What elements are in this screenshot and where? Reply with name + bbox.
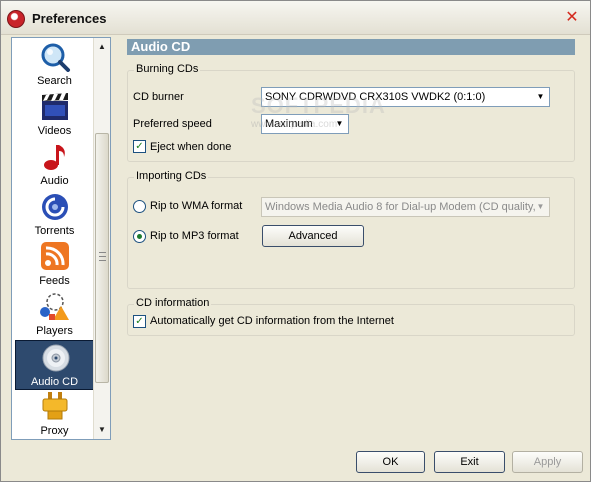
preferences-window: Preferences ✕ Search Videos Audio Torren… bbox=[0, 0, 591, 482]
cd-burner-label: CD burner bbox=[133, 91, 184, 103]
category-sidebar: Search Videos Audio Torrents Feeds Playe… bbox=[11, 37, 111, 440]
close-icon[interactable]: ✕ bbox=[564, 10, 580, 26]
sidebar-item-players[interactable]: Players bbox=[15, 290, 94, 340]
ok-button[interactable]: OK bbox=[356, 451, 425, 473]
sidebar-item-label: Players bbox=[36, 325, 73, 337]
section-header: Audio CD bbox=[127, 39, 575, 55]
chevron-down-icon: ▼ bbox=[335, 119, 344, 128]
sidebar-item-label: Proxy bbox=[40, 425, 69, 437]
select-value: Windows Media Audio 8 for Dial-up Modem … bbox=[265, 201, 536, 213]
group-legend: Burning CDs bbox=[134, 63, 201, 75]
players-icon bbox=[40, 293, 69, 320]
wma-format-select[interactable]: Windows Media Audio 8 for Dial-up Modem … bbox=[261, 197, 550, 217]
rip-wma-label: Rip to WMA format bbox=[150, 200, 243, 212]
sidebar-item-label: Videos bbox=[37, 125, 72, 137]
torrent-icon bbox=[42, 194, 68, 220]
auto-cd-info-checkbox[interactable]: ✓ bbox=[133, 315, 146, 328]
group-legend: Importing CDs bbox=[134, 170, 209, 182]
apply-button[interactable]: Apply bbox=[512, 451, 583, 473]
sidebar-item-audio[interactable]: Audio bbox=[15, 140, 94, 190]
window-title: Preferences bbox=[32, 11, 107, 26]
clapperboard-icon bbox=[42, 93, 68, 120]
sidebar-item-audio-cd[interactable]: Audio CD bbox=[15, 340, 94, 390]
rip-wma-radio[interactable] bbox=[133, 200, 146, 213]
sidebar-item-torrents[interactable]: Torrents bbox=[15, 190, 94, 240]
sidebar-item-label: Feeds bbox=[39, 275, 70, 287]
rip-mp3-label: Rip to MP3 format bbox=[150, 230, 239, 242]
eject-label: Eject when done bbox=[150, 141, 232, 153]
sidebar-item-label: Audio CD bbox=[30, 376, 79, 388]
cd-burner-select[interactable]: SONY CDRWDVD CRX310S VWDK2 (0:1:0) ▼ bbox=[261, 87, 550, 107]
exit-button[interactable]: Exit bbox=[434, 451, 505, 473]
sidebar-item-videos[interactable]: Videos bbox=[15, 90, 94, 140]
sidebar-item-label: Audio bbox=[40, 175, 69, 187]
page-title: Audio CD bbox=[131, 39, 191, 54]
sidebar-item-proxy[interactable]: Proxy bbox=[15, 390, 94, 439]
eject-checkbox[interactable]: ✓ bbox=[133, 140, 146, 153]
grip-icon bbox=[99, 252, 106, 261]
app-logo-icon bbox=[7, 10, 25, 28]
group-legend: CD information bbox=[134, 297, 212, 309]
rip-mp3-radio[interactable] bbox=[133, 230, 146, 243]
preferred-speed-label: Preferred speed bbox=[133, 118, 212, 130]
title-bar[interactable]: Preferences ✕ bbox=[1, 1, 590, 35]
select-value: SONY CDRWDVD CRX310S VWDK2 (0:1:0) bbox=[265, 91, 486, 103]
sidebar-item-label: Search bbox=[37, 75, 72, 87]
rss-feed-icon bbox=[41, 242, 69, 270]
scroll-up-icon[interactable]: ▲ bbox=[94, 39, 110, 55]
sidebar-item-search[interactable]: Search bbox=[15, 40, 94, 90]
category-list: Search Videos Audio Torrents Feeds Playe… bbox=[12, 38, 94, 439]
advanced-button[interactable]: Advanced bbox=[262, 225, 364, 247]
cd-icon bbox=[42, 344, 70, 372]
sidebar-item-feeds[interactable]: Feeds bbox=[15, 240, 94, 290]
scroll-thumb[interactable] bbox=[95, 133, 109, 383]
sidebar-item-label: Torrents bbox=[34, 225, 75, 237]
music-note-icon bbox=[44, 145, 65, 170]
scroll-down-icon[interactable]: ▼ bbox=[94, 422, 110, 438]
preferred-speed-select[interactable]: Maximum ▼ bbox=[261, 114, 349, 134]
select-value: Maximum bbox=[265, 118, 313, 130]
chevron-down-icon: ▼ bbox=[536, 202, 545, 211]
chevron-down-icon: ▼ bbox=[536, 92, 545, 101]
plug-icon bbox=[42, 392, 68, 420]
sidebar-scrollbar[interactable]: ▲ ▼ bbox=[93, 38, 110, 439]
search-icon bbox=[41, 43, 70, 72]
auto-cd-info-label: Automatically get CD information from th… bbox=[150, 315, 394, 327]
